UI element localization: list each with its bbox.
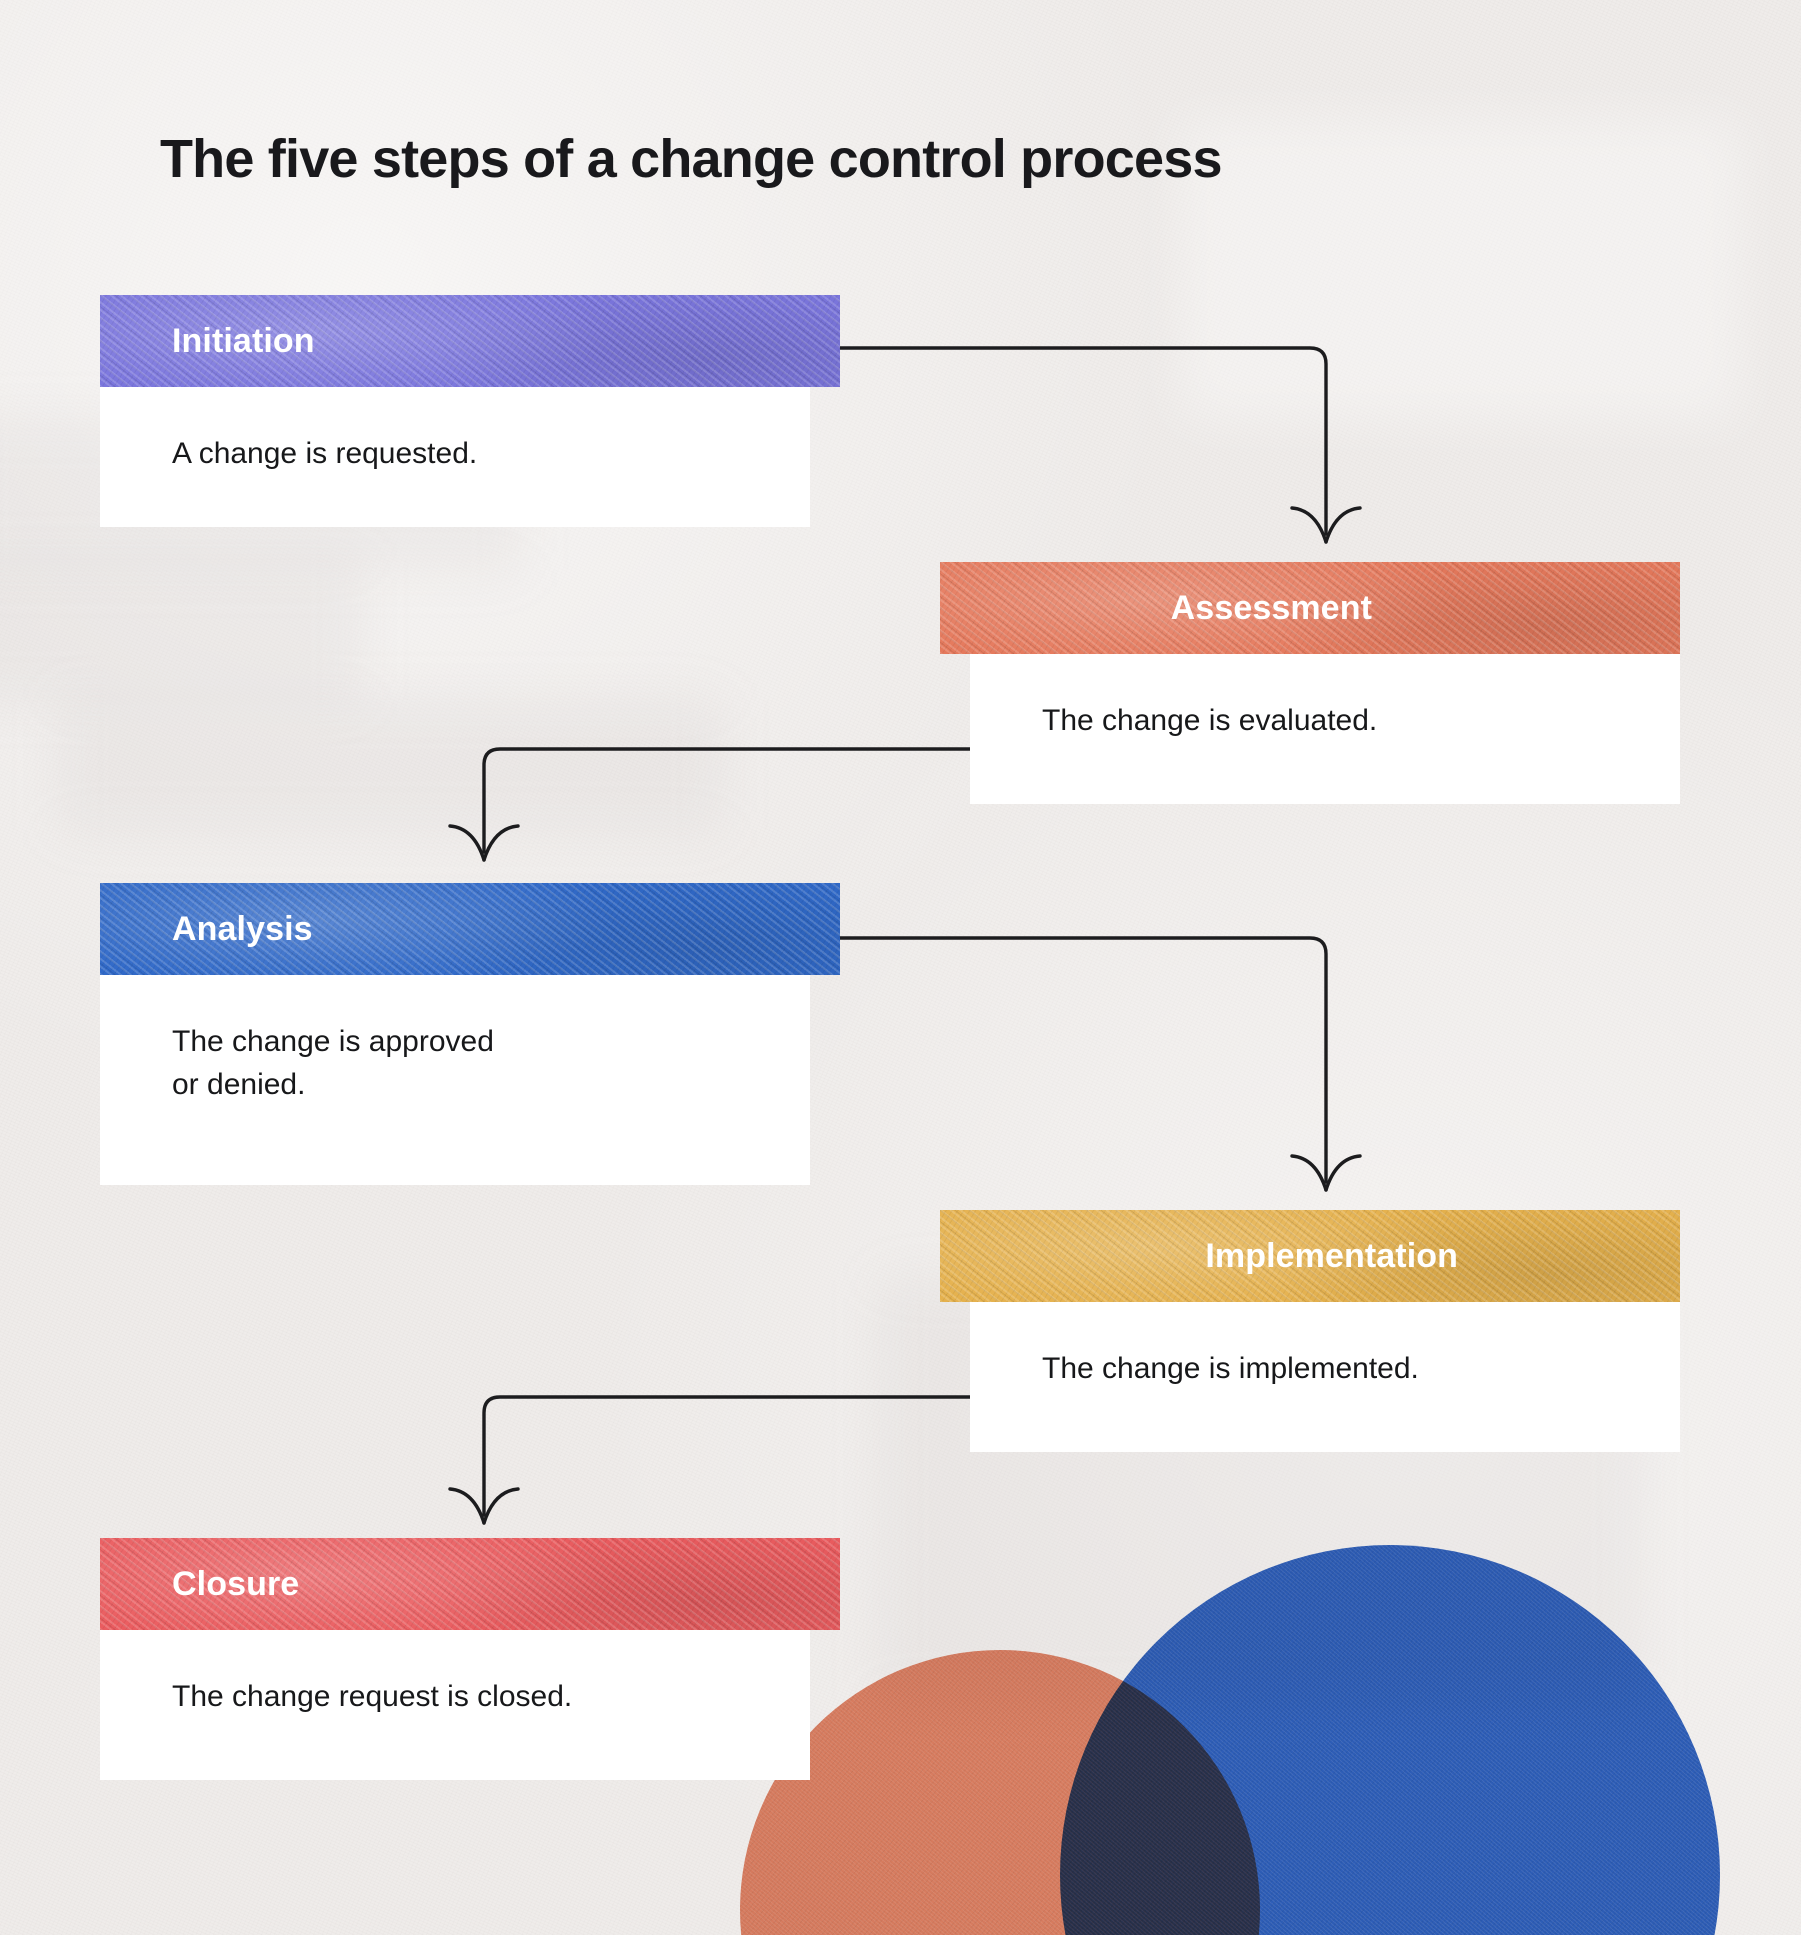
step-body-closure: The change request is closed. xyxy=(100,1630,810,1780)
step-card-implementation[interactable]: Implementation The change is implemented… xyxy=(940,1210,1680,1452)
step-description-assessment: The change is evaluated. xyxy=(1042,704,1378,737)
step-description-initiation: A change is requested. xyxy=(172,437,478,470)
connector-initiation-assessment xyxy=(768,346,1328,536)
arrowhead-left-wing xyxy=(1290,506,1328,544)
arrowhead-right-wing xyxy=(1324,506,1362,544)
page-title: The five steps of a change control proce… xyxy=(160,129,1223,190)
connector-analysis-implementation xyxy=(768,936,1328,1184)
paper-blotch xyxy=(1180,120,1740,420)
step-card-initiation[interactable]: Initiation A change is requested. xyxy=(100,295,840,527)
step-header-closure: Closure xyxy=(100,1538,840,1630)
step-description-analysis: The change is approved or denied. xyxy=(172,1025,494,1101)
arrowhead-right-wing xyxy=(482,1487,520,1525)
step-title-analysis: Analysis xyxy=(172,909,313,948)
step-card-closure[interactable]: Closure The change request is closed. xyxy=(100,1538,840,1780)
step-header-initiation: Initiation xyxy=(100,295,840,387)
arrowhead-right-wing xyxy=(1324,1154,1362,1192)
paper-blotch xyxy=(60,700,720,830)
step-title-implementation: Implementation xyxy=(1205,1236,1458,1275)
step-header-analysis: Analysis xyxy=(100,883,840,975)
connector-implementation-closure xyxy=(482,1395,980,1517)
connector-assessment-analysis xyxy=(482,747,980,854)
step-card-assessment[interactable]: Assessment The change is evaluated. xyxy=(940,562,1680,804)
step-title-initiation: Initiation xyxy=(172,321,315,360)
arrowhead-left-wing xyxy=(448,1487,486,1525)
step-body-assessment: The change is evaluated. xyxy=(970,654,1680,804)
step-body-implementation: The change is implemented. xyxy=(970,1302,1680,1452)
step-card-analysis[interactable]: Analysis The change is approved or denie… xyxy=(100,883,840,1185)
arrowhead-right-wing xyxy=(482,824,520,862)
step-body-initiation: A change is requested. xyxy=(100,387,810,527)
step-header-implementation: Implementation xyxy=(940,1210,1680,1302)
step-body-analysis: The change is approved or denied. xyxy=(100,975,810,1185)
step-header-assessment: Assessment xyxy=(940,562,1680,654)
step-title-closure: Closure xyxy=(172,1564,300,1603)
arrowhead-left-wing xyxy=(448,824,486,862)
decorative-circle-blue xyxy=(1060,1545,1720,1935)
arrowhead-left-wing xyxy=(1290,1154,1328,1192)
page-canvas: The five steps of a change control proce… xyxy=(0,0,1801,1935)
paper-blotch xyxy=(0,560,360,700)
step-description-closure: The change request is closed. xyxy=(172,1680,573,1713)
step-title-assessment: Assessment xyxy=(1170,588,1372,627)
step-description-implementation: The change is implemented. xyxy=(1042,1352,1419,1385)
